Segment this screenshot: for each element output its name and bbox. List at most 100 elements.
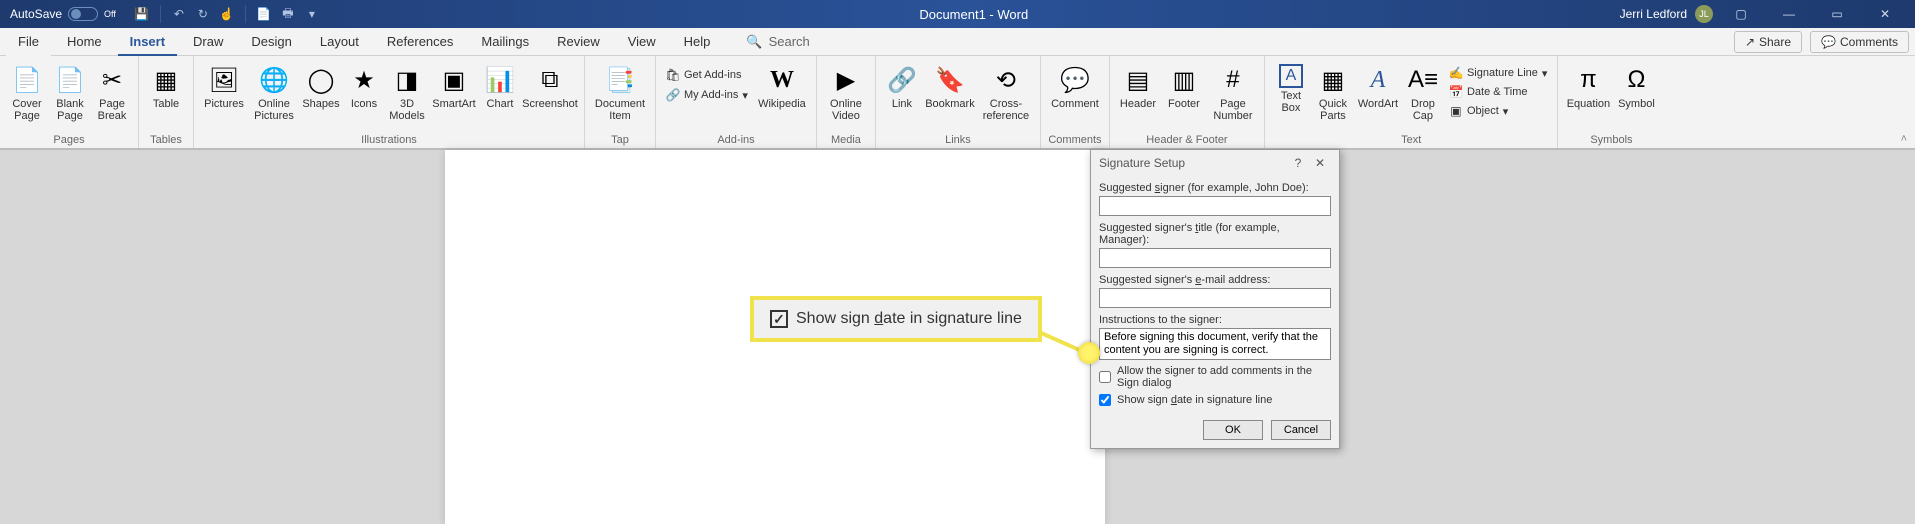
group-text-label: Text [1271, 132, 1551, 148]
tab-view[interactable]: View [616, 28, 668, 56]
dialog-title-text: Signature Setup [1099, 156, 1185, 170]
show-date-box[interactable] [1099, 394, 1111, 406]
chevron-down-icon: ▾ [742, 89, 748, 102]
show-date-checkbox[interactable]: Show sign date in signature line [1099, 394, 1331, 406]
page-break-button[interactable]: ✂ Page Break [92, 60, 132, 132]
signature-line-button[interactable]: ✍Signature Line▾ [1445, 64, 1551, 82]
link-button[interactable]: 🔗Link [882, 60, 922, 132]
autosave-switch[interactable] [68, 7, 98, 21]
tab-review[interactable]: Review [545, 28, 612, 56]
online-video-button[interactable]: ▶Online Video [823, 60, 869, 132]
bookmark-button[interactable]: 🔖Bookmark [924, 60, 976, 132]
object-button[interactable]: ▣Object▾ [1445, 102, 1551, 120]
pictures-button[interactable]: 🖼Pictures [200, 60, 248, 132]
my-addins-button[interactable]: 🔗My Add-ins▾ [662, 86, 752, 104]
qat-customize-icon[interactable]: ▾ [302, 4, 322, 24]
object-icon: ▣ [1449, 104, 1463, 118]
autosave-toggle[interactable]: AutoSave Off [0, 7, 126, 21]
instructions-label: Instructions to the signer: [1099, 314, 1331, 326]
collapse-ribbon-icon[interactable]: ˄ [1901, 133, 1907, 145]
print-icon[interactable]: 🖶 [278, 4, 298, 24]
callout-checkbox-icon: ✓ [770, 310, 788, 328]
tab-layout[interactable]: Layout [308, 28, 371, 56]
footer-icon: ▥ [1168, 64, 1200, 96]
touch-mode-icon[interactable]: ☝ [217, 4, 237, 24]
group-header-footer-label: Header & Footer [1116, 132, 1258, 148]
tab-references[interactable]: References [375, 28, 465, 56]
footer-button[interactable]: ▥Footer [1162, 60, 1206, 132]
date-time-button[interactable]: 📅Date & Time [1445, 83, 1551, 101]
new-doc-icon[interactable]: 📄 [254, 4, 274, 24]
tab-help[interactable]: Help [672, 28, 723, 56]
page-number-button[interactable]: #Page Number [1208, 60, 1258, 132]
comment-icon: 💬 [1059, 64, 1091, 96]
group-tap-label: Tap [591, 132, 649, 148]
equation-button[interactable]: πEquation [1564, 60, 1612, 132]
search-icon: 🔍 [746, 34, 762, 50]
group-addins-label: Add-ins [662, 132, 810, 148]
suggested-signer-input[interactable] [1099, 196, 1331, 216]
tab-mailings[interactable]: Mailings [469, 28, 541, 56]
quick-parts-button[interactable]: ▦Quick Parts [1313, 60, 1353, 132]
callout-dot [1078, 342, 1100, 364]
tab-insert[interactable]: Insert [118, 28, 177, 56]
instructions-textarea[interactable] [1099, 328, 1331, 360]
save-icon[interactable]: 💾 [132, 4, 152, 24]
header-button[interactable]: ▤Header [1116, 60, 1160, 132]
comments-button[interactable]: 💬 Comments [1810, 31, 1909, 53]
group-addins: 🛍Get Add-ins 🔗My Add-ins▾ WWikipedia Add… [656, 56, 817, 148]
minimize-icon[interactable]: — [1769, 0, 1809, 28]
smartart-button[interactable]: ▣SmartArt [430, 60, 478, 132]
close-icon[interactable]: ✕ [1865, 0, 1905, 28]
tab-design[interactable]: Design [239, 28, 303, 56]
undo-icon[interactable]: ↶ [169, 4, 189, 24]
3d-models-button[interactable]: ◨3D Models [386, 60, 428, 132]
group-text: AText Box ▦Quick Parts AWordArt A≡Drop C… [1265, 56, 1558, 148]
quick-parts-icon: ▦ [1317, 64, 1349, 96]
ok-button[interactable]: OK [1203, 420, 1263, 440]
table-button[interactable]: ▦ Table [145, 60, 187, 132]
suggested-title-input[interactable] [1099, 248, 1331, 268]
group-links-label: Links [882, 132, 1034, 148]
document-title: Document1 - Word [328, 7, 1620, 22]
tab-draw[interactable]: Draw [181, 28, 235, 56]
cross-reference-button[interactable]: ⟲Cross-reference [978, 60, 1034, 132]
dialog-help-icon[interactable]: ? [1287, 156, 1309, 170]
group-links: 🔗Link 🔖Bookmark ⟲Cross-reference Links [876, 56, 1041, 148]
document-item-button[interactable]: 📑Document Item [591, 60, 649, 132]
dialog-close-icon[interactable]: ✕ [1309, 156, 1331, 170]
maximize-icon[interactable]: ▭ [1817, 0, 1857, 28]
suggested-email-input[interactable] [1099, 288, 1331, 308]
group-illustrations: 🖼Pictures 🌐Online Pictures ◯Shapes ★Icon… [194, 56, 585, 148]
page-break-icon: ✂ [96, 64, 128, 96]
blank-page-button[interactable]: 📄 Blank Page [50, 60, 90, 132]
store-icon: 🛍 [666, 68, 680, 82]
user-avatar[interactable]: JL [1695, 5, 1713, 23]
allow-comments-box[interactable] [1099, 371, 1111, 383]
online-pictures-button[interactable]: 🌐Online Pictures [250, 60, 298, 132]
wordart-button[interactable]: AWordArt [1355, 60, 1401, 132]
icons-button[interactable]: ★Icons [344, 60, 384, 132]
shapes-button[interactable]: ◯Shapes [300, 60, 342, 132]
share-button[interactable]: ↗ Share [1734, 31, 1802, 53]
page-number-icon: # [1217, 64, 1249, 96]
wikipedia-button[interactable]: WWikipedia [754, 60, 810, 132]
symbol-button[interactable]: ΩSymbol [1614, 60, 1658, 132]
tab-file[interactable]: File [6, 28, 51, 56]
chart-button[interactable]: 📊Chart [480, 60, 520, 132]
cancel-button[interactable]: Cancel [1271, 420, 1331, 440]
comment-button[interactable]: 💬Comment [1047, 60, 1103, 132]
user-name[interactable]: Jerri Ledford [1620, 7, 1687, 21]
text-box-button[interactable]: AText Box [1271, 60, 1311, 132]
drop-cap-button[interactable]: A≡Drop Cap [1403, 60, 1443, 132]
tell-me-search[interactable]: 🔍 Search [746, 34, 809, 50]
get-addins-button[interactable]: 🛍Get Add-ins [662, 66, 752, 84]
suggested-signer-label: Suggested signer (for example, John Doe)… [1099, 182, 1331, 194]
allow-comments-checkbox[interactable]: Allow the signer to add comments in the … [1099, 365, 1331, 389]
group-pages-label: Pages [6, 132, 132, 148]
screenshot-button[interactable]: ⧉Screenshot [522, 60, 578, 132]
redo-icon[interactable]: ↻ [193, 4, 213, 24]
ribbon-options-icon[interactable]: ▢ [1721, 0, 1761, 28]
cover-page-button[interactable]: 📄 Cover Page [6, 60, 48, 132]
tab-home[interactable]: Home [55, 28, 114, 56]
